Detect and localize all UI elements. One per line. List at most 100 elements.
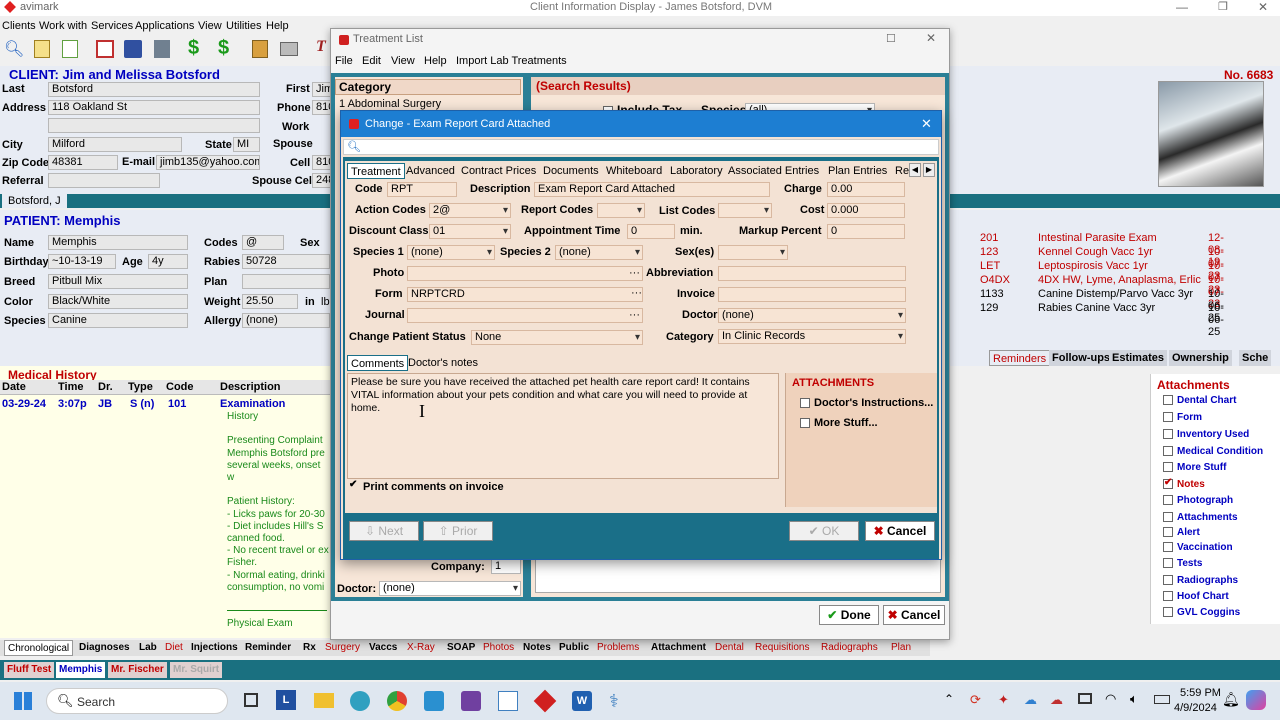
tab-estimates[interactable]: Estimates (1109, 350, 1167, 366)
taskbar-date[interactable]: 4/9/2024 (1174, 702, 1217, 714)
last-name-field[interactable]: Botsford (48, 82, 260, 97)
photo-field[interactable]: ··· (407, 266, 643, 281)
menu-utilities[interactable]: Utilities (226, 20, 261, 32)
chart-app-icon[interactable] (498, 691, 518, 711)
col-type[interactable]: Type (128, 381, 153, 393)
patient-tab-mr-fischer[interactable]: Mr. Fischer (108, 662, 167, 678)
app-l-icon[interactable]: L (276, 690, 296, 710)
company-field[interactable]: 1 (491, 559, 521, 574)
first-name-field[interactable]: Jim (312, 82, 332, 97)
tab-scroll-right-icon[interactable]: ▶ (923, 163, 935, 177)
close-button[interactable]: ✕ (1258, 0, 1268, 14)
menu-view[interactable]: View (198, 20, 222, 32)
tab-rx[interactable]: Rx (300, 640, 319, 656)
address-field[interactable]: 118 Oakland St (48, 100, 260, 115)
prior-button[interactable]: ⇧ Prior (423, 521, 493, 541)
attachment-item[interactable]: Hoof Chart (1163, 591, 1229, 602)
tab-associated-entries[interactable]: Associated Entries (725, 163, 822, 179)
col-description[interactable]: Description (220, 381, 281, 393)
more-stuff-checkbox[interactable]: More Stuff... (800, 417, 878, 429)
printer-icon[interactable] (280, 42, 298, 56)
tab-treatment[interactable]: Treatment (347, 163, 405, 179)
attachment-item[interactable]: Inventory Used (1163, 429, 1249, 440)
menu-clients[interactable]: Clients (2, 20, 36, 32)
description-field[interactable]: Exam Report Card Attached (534, 182, 770, 197)
tab-reminders[interactable]: Reminders (989, 350, 1051, 366)
sync-icon[interactable]: ⟳ (970, 692, 981, 708)
attachment-item[interactable]: Photograph (1163, 495, 1233, 506)
wifi-icon[interactable]: ◠ (1105, 691, 1116, 707)
tab-plan[interactable]: Plan (888, 640, 914, 656)
treatment-list-cancel-button[interactable]: ✖ Cancel (883, 605, 945, 625)
tab-requisitions[interactable]: Requisitions (752, 640, 812, 656)
tab-laboratory[interactable]: Laboratory (667, 163, 726, 179)
journal-field[interactable]: ··· (407, 308, 643, 323)
form-browse-icon[interactable]: ··· (631, 287, 642, 299)
italic-icon[interactable]: T (316, 38, 326, 56)
doctors-instructions-checkbox[interactable]: Doctor's Instructions... (800, 397, 933, 409)
next-button[interactable]: ⇩ Next (349, 521, 419, 541)
tab-radiographs[interactable]: Radiographs (818, 640, 881, 656)
list-codes-select[interactable] (718, 203, 772, 218)
edge-icon[interactable] (350, 691, 370, 711)
attachment-item[interactable]: Radiographs (1163, 575, 1238, 586)
treatment-list-maximize-button[interactable]: ☐ (886, 32, 896, 45)
tab-diagnoses[interactable]: Diagnoses (76, 640, 133, 656)
attachment-item[interactable]: Vaccination (1163, 542, 1233, 553)
doctor-select[interactable]: (none) (718, 308, 906, 323)
allergy-field[interactable]: (none) (242, 313, 330, 328)
attachment-item[interactable]: Notes (1163, 477, 1205, 490)
referral-field[interactable] (48, 173, 160, 188)
task-view-icon[interactable] (244, 693, 258, 707)
search-icon[interactable]: 🔍︎ (4, 39, 24, 59)
col-dr[interactable]: Dr. (98, 381, 113, 393)
city-field[interactable]: Milford (48, 137, 182, 152)
doctor-filter-select[interactable]: (none) (379, 581, 521, 596)
color-field[interactable]: Black/White (48, 294, 188, 309)
tab-vaccs[interactable]: Vaccs (366, 640, 400, 656)
tab-attachment[interactable]: Attachment (648, 640, 709, 656)
appointment-time-field[interactable]: 0 (627, 224, 675, 239)
word-icon[interactable]: W (572, 691, 592, 711)
address-line2-field[interactable] (48, 118, 260, 133)
tab-diet[interactable]: Diet (162, 640, 186, 656)
dialog-close-button[interactable]: ✕ (921, 116, 932, 132)
tab-whiteboard[interactable]: Whiteboard (603, 163, 665, 179)
app-purple-icon[interactable] (461, 691, 481, 711)
monitor-icon[interactable] (1078, 693, 1092, 704)
tab-doctors-notes[interactable]: Doctor's notes (405, 355, 481, 371)
tab-reminder[interactable]: Reminder (242, 640, 294, 656)
invoice-field[interactable] (718, 287, 906, 302)
print-comments-checkbox[interactable]: Print comments on invoice (349, 479, 504, 493)
minimize-button[interactable]: — (1176, 0, 1188, 14)
plan-field[interactable] (242, 274, 330, 289)
action-codes-select[interactable]: 2@ (429, 203, 511, 218)
patient-tab-memphis[interactable]: Memphis (56, 662, 106, 678)
taskbar-search[interactable]: 🔍︎ Search (46, 688, 228, 714)
dropbox-icon[interactable]: ✦ (998, 692, 1009, 708)
tab-problems[interactable]: Problems (594, 640, 642, 656)
chrome-icon[interactable] (387, 691, 407, 711)
charge-field[interactable]: 0.00 (827, 182, 905, 197)
species-field[interactable]: Canine (48, 313, 188, 328)
dollar-plus-icon[interactable]: $ (218, 37, 229, 60)
patient-tab-fluff-test[interactable]: Fluff Test (4, 662, 55, 678)
tl-menu-file[interactable]: File (335, 55, 353, 67)
ok-button[interactable]: ✔ OK (789, 521, 859, 541)
attachment-item[interactable]: Alert (1163, 527, 1200, 538)
zip-field[interactable]: 48381 (48, 155, 118, 170)
tab-injections[interactable]: Injections (188, 640, 241, 656)
tab-advanced[interactable]: Advanced (403, 163, 458, 179)
abbreviation-field[interactable] (718, 266, 906, 281)
edit-icon[interactable] (34, 40, 50, 58)
document-icon[interactable] (62, 40, 78, 58)
tl-menu-import-lab[interactable]: Import Lab Treatments (456, 55, 567, 67)
tl-menu-edit[interactable]: Edit (362, 55, 381, 67)
age-field[interactable]: 4y (148, 254, 188, 269)
tab-chronological[interactable]: Chronological (4, 640, 74, 656)
client-tab[interactable]: Botsford, J (2, 194, 67, 208)
cost-field[interactable]: 0.000 (827, 203, 905, 218)
col-date[interactable]: Date (2, 381, 26, 393)
tab-x-ray[interactable]: X-Ray (404, 640, 438, 656)
tab-lab[interactable]: Lab (136, 640, 160, 656)
